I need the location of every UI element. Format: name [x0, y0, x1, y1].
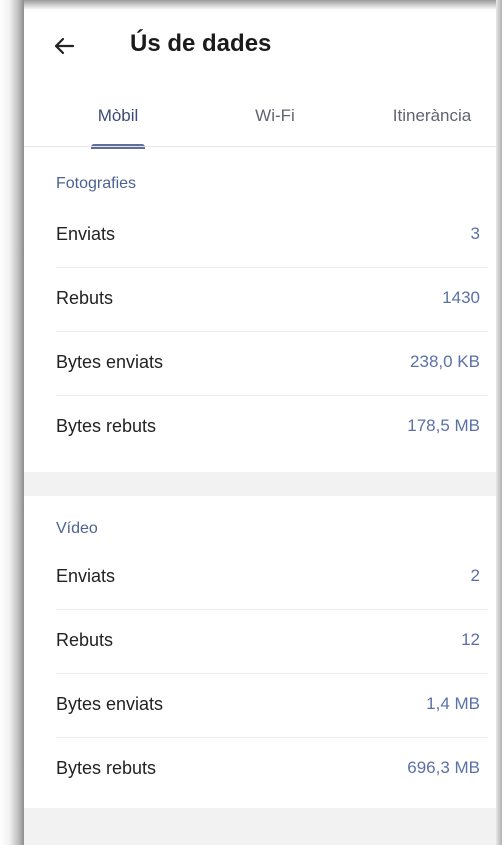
tabs-divider: [24, 146, 496, 147]
row-value: 3: [470, 224, 480, 243]
tab-wifi[interactable]: Wi-Fi: [255, 106, 295, 126]
list-item: Bytes rebuts 178,5 MB: [24, 396, 496, 460]
tab-mobile[interactable]: Mòbil: [98, 106, 139, 126]
row-label: Rebuts: [56, 630, 114, 650]
list-item: Rebuts 12: [24, 610, 496, 674]
row-label: Bytes enviats: [56, 352, 164, 372]
row-label: Bytes rebuts: [56, 758, 157, 778]
screenshot-frame: Ús de dades Mòbil Wi-Fi Itinerància Foto…: [0, 0, 502, 845]
data-usage-screen: Ús de dades Mòbil Wi-Fi Itinerància Foto…: [24, 10, 496, 845]
list-item: Enviats 2: [24, 546, 496, 610]
list-item: Bytes enviats 1,4 MB: [24, 674, 496, 738]
row-value: 2: [470, 566, 480, 585]
arrow-left-icon[interactable]: [52, 34, 76, 58]
frame-shadow-right: [496, 0, 502, 845]
row-label: Enviats: [56, 566, 116, 586]
section-title-video: Vídeo: [56, 520, 98, 537]
row-label: Rebuts: [56, 288, 114, 308]
row-value: 238,0 KB: [410, 352, 480, 371]
row-value: 12: [461, 630, 480, 649]
page-title: Ús de dades: [130, 30, 272, 57]
list-item: Rebuts 1430: [24, 268, 496, 332]
frame-shadow-left: [0, 0, 24, 845]
row-value: 696,3 MB: [407, 758, 480, 777]
section-title-photos: Fotografies: [56, 175, 137, 192]
row-label: Enviats: [56, 224, 116, 244]
section-separator: [24, 808, 496, 845]
tab-bar: Mòbil Wi-Fi Itinerància: [24, 94, 496, 149]
app-bar: Ús de dades: [24, 10, 496, 82]
row-label: Bytes rebuts: [56, 416, 157, 436]
section-separator: [24, 472, 496, 496]
list-item: Bytes rebuts 696,3 MB: [24, 738, 496, 802]
row-label: Bytes enviats: [56, 694, 164, 714]
row-value: 1,4 MB: [426, 694, 480, 713]
tab-roaming[interactable]: Itinerància: [393, 106, 471, 126]
row-value: 178,5 MB: [407, 416, 480, 435]
frame-shadow-top: [0, 0, 502, 10]
list-item: Bytes enviats 238,0 KB: [24, 332, 496, 396]
row-value: 1430: [442, 288, 480, 307]
list-item: Enviats 3: [24, 204, 496, 268]
